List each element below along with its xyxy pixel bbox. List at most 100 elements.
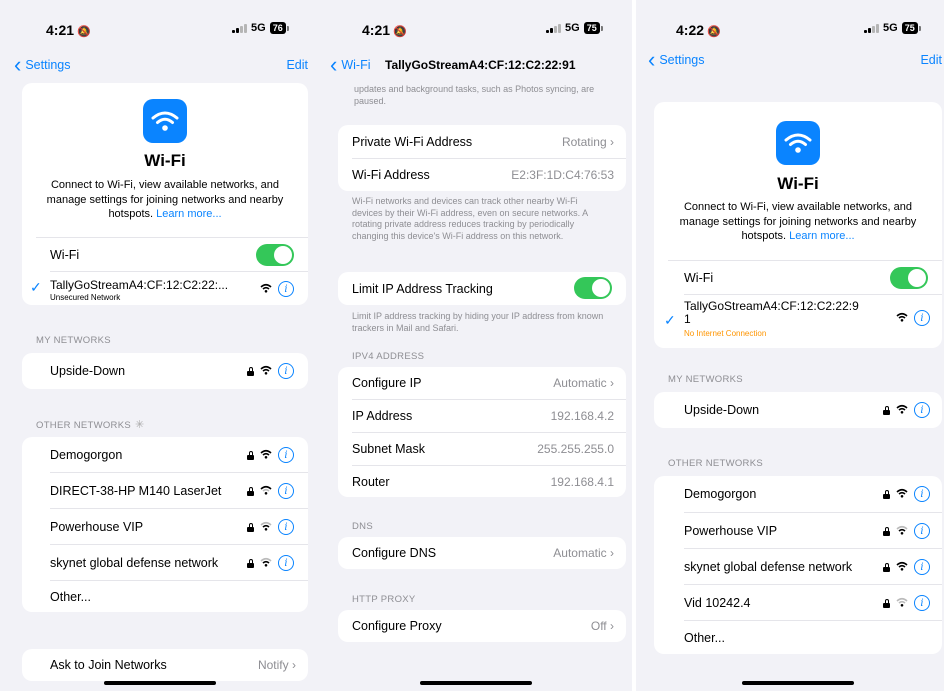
battery-icon: 75 bbox=[583, 22, 603, 34]
status-time: 4:21 🔕 bbox=[362, 22, 407, 38]
battery-icon: 76 bbox=[269, 22, 289, 34]
info-icon[interactable]: i bbox=[914, 523, 930, 539]
info-icon[interactable]: i bbox=[914, 402, 930, 418]
chevron-right-icon: › bbox=[292, 658, 296, 672]
info-icon[interactable]: i bbox=[278, 363, 294, 379]
edit-button[interactable]: Edit bbox=[920, 53, 942, 67]
my-networks-card: Upside-Down i bbox=[654, 392, 942, 428]
dns-value: Automatic › bbox=[553, 546, 614, 560]
ipv4-value: 192.168.4.2 bbox=[550, 409, 614, 423]
router-row: Router 192.168.4.1 bbox=[338, 466, 626, 497]
lock-icon bbox=[883, 598, 890, 608]
ask-to-join-row[interactable]: Ask to Join Networks Notify › bbox=[22, 649, 308, 681]
loading-spinner-icon: ✳ bbox=[134, 419, 145, 431]
chevron-right-icon: › bbox=[610, 546, 614, 560]
other-network-row[interactable]: Other... bbox=[22, 581, 308, 612]
nav-bar: ‹ Settings Edit bbox=[636, 48, 944, 72]
dns-header: DNS bbox=[352, 521, 373, 532]
network-row[interactable]: Vid 10242.4 i bbox=[654, 585, 942, 620]
nav-bar: ‹ Settings Edit bbox=[0, 53, 320, 77]
info-icon[interactable]: i bbox=[278, 519, 294, 535]
connected-network-name: TallyGoStreamA4:CF:12:C2:22:... bbox=[50, 278, 229, 292]
network-row[interactable]: skynet global defense network i bbox=[654, 549, 942, 584]
status-indicators: 5G 75 bbox=[546, 22, 603, 34]
wifi-icon bbox=[143, 99, 187, 143]
wifi-icon bbox=[896, 524, 908, 538]
wifi-label: Wi-Fi bbox=[50, 248, 80, 262]
network-row[interactable]: Demogorgon i bbox=[22, 437, 308, 472]
other-label: Other... bbox=[50, 589, 91, 604]
subnet-mask-row: Subnet Mask 255.255.255.0 bbox=[338, 433, 626, 465]
configure-ip-row[interactable]: Configure IP Automatic › bbox=[338, 367, 626, 399]
back-button[interactable]: ‹ Settings bbox=[14, 54, 71, 76]
wifi-main-card: Wi-Fi Connect to Wi-Fi, view available n… bbox=[654, 102, 942, 348]
ipv4-label: IP Address bbox=[352, 409, 413, 423]
status-indicators: 5G 75 bbox=[864, 22, 921, 34]
wifi-settings-panel-3: 4:22 🔕 5G 75 ‹ Settings Edit Wi-Fi Connect… bbox=[636, 0, 944, 691]
connected-network-name: TallyGoStreamA4:CF:12:C2:22:9 bbox=[684, 299, 859, 313]
limit-tracking-toggle[interactable] bbox=[574, 277, 612, 299]
info-icon[interactable]: i bbox=[914, 310, 930, 326]
info-icon[interactable]: i bbox=[914, 559, 930, 575]
wifi-icon bbox=[896, 311, 908, 325]
network-row[interactable]: Powerhouse VIP i bbox=[22, 509, 308, 544]
info-icon[interactable]: i bbox=[278, 483, 294, 499]
connected-network-row[interactable]: ✓ TallyGoStreamA4:CF:12:C2:22:9 1 No Int… bbox=[654, 296, 942, 348]
lock-icon bbox=[883, 562, 890, 572]
ipv4-value: 255.255.255.0 bbox=[537, 442, 614, 456]
info-icon[interactable]: i bbox=[278, 555, 294, 571]
chevron-left-icon: ‹ bbox=[648, 47, 656, 72]
network-row[interactable]: Demogorgon i bbox=[654, 476, 942, 512]
signal-icon bbox=[864, 23, 879, 33]
chevron-right-icon: › bbox=[610, 134, 614, 149]
other-label: Other... bbox=[684, 630, 725, 645]
checkmark-icon: ✓ bbox=[664, 312, 676, 328]
wifi-icon bbox=[260, 556, 272, 570]
edit-button[interactable]: Edit bbox=[286, 58, 308, 72]
wifi-main-card: Wi-Fi Connect to Wi-Fi, view available n… bbox=[22, 83, 308, 305]
configure-proxy-row[interactable]: Configure Proxy Off › bbox=[338, 610, 626, 642]
info-icon[interactable]: i bbox=[914, 595, 930, 611]
network-row[interactable]: skynet global defense network i bbox=[22, 545, 308, 580]
network-detail-panel: 4:21 🔕 5G 75 ‹ Wi-Fi TallyGoStreamA4:CF:12… bbox=[320, 0, 632, 691]
proxy-card: Configure Proxy Off › bbox=[338, 610, 626, 642]
chevron-right-icon: › bbox=[610, 376, 614, 390]
network-row[interactable]: DIRECT-38-HP M140 LaserJet i bbox=[22, 473, 308, 508]
configure-dns-row[interactable]: Configure DNS Automatic › bbox=[338, 537, 626, 569]
wifi-settings-panel-1: 4:21 🔕 5G 76 ‹ Settings Edit Wi-Fi Connect… bbox=[0, 0, 320, 691]
wifi-address-label: Wi-Fi Address bbox=[352, 168, 430, 182]
lock-icon bbox=[883, 526, 890, 536]
private-address-value: Rotating › bbox=[561, 134, 614, 149]
my-networks-header: MY NETWORKS bbox=[668, 374, 743, 385]
network-name: DIRECT-38-HP M140 LaserJet bbox=[50, 483, 222, 498]
wifi-toggle[interactable] bbox=[890, 267, 928, 289]
learn-more-link[interactable]: Learn more... bbox=[789, 230, 854, 242]
private-address-row[interactable]: Private Wi-Fi Address Rotating › bbox=[338, 125, 626, 158]
home-indicator bbox=[742, 681, 854, 685]
proxy-header: HTTP PROXY bbox=[352, 594, 416, 605]
proxy-value: Off › bbox=[590, 619, 614, 633]
status-time: 4:22 🔕 bbox=[676, 22, 721, 38]
wifi-toggle[interactable] bbox=[256, 244, 294, 266]
lock-icon bbox=[247, 450, 254, 460]
limit-tracking-card: Limit IP Address Tracking bbox=[338, 272, 626, 305]
hero-title: Wi-Fi bbox=[144, 151, 186, 170]
connected-network-row[interactable]: ✓ TallyGoStreamA4:CF:12:C2:22:... Unsecu… bbox=[22, 273, 308, 305]
info-icon[interactable]: i bbox=[914, 486, 930, 502]
back-button[interactable]: ‹ Wi-Fi bbox=[330, 54, 370, 76]
private-address-label: Private Wi-Fi Address bbox=[352, 134, 473, 149]
learn-more-link[interactable]: Learn more... bbox=[156, 208, 221, 220]
info-icon[interactable]: i bbox=[278, 447, 294, 463]
back-button[interactable]: ‹ Settings bbox=[648, 47, 705, 72]
info-icon[interactable]: i bbox=[278, 281, 294, 297]
network-row-upside-down[interactable]: Upside-Down i bbox=[654, 392, 942, 428]
bell-slash-icon: 🔕 bbox=[77, 26, 91, 38]
other-network-row[interactable]: Other... bbox=[654, 621, 942, 654]
signal-icon bbox=[232, 23, 247, 33]
network-row[interactable]: Powerhouse VIP i bbox=[654, 513, 942, 548]
network-name: Powerhouse VIP bbox=[684, 523, 778, 538]
dns-card: Configure DNS Automatic › bbox=[338, 537, 626, 569]
network-row-upside-down[interactable]: Upside-Down i bbox=[22, 353, 308, 389]
chevron-right-icon: › bbox=[610, 619, 614, 633]
checkmark-icon: ✓ bbox=[30, 279, 42, 295]
